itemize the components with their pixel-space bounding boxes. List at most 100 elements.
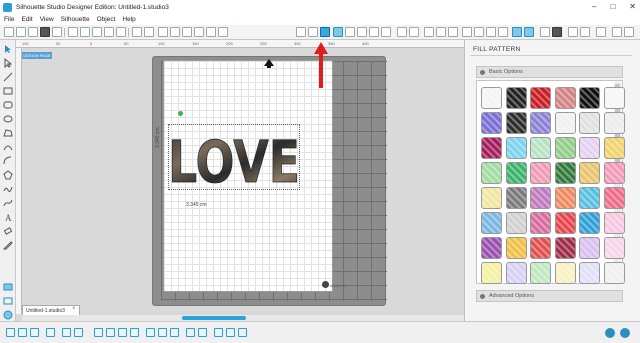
rotate-right-icon[interactable] [170, 328, 179, 337]
replicate-icon[interactable] [381, 27, 391, 37]
menu-object[interactable]: Object [97, 16, 116, 23]
draw-window-icon[interactable] [3, 282, 13, 292]
arc-tool-icon[interactable] [3, 156, 13, 166]
pattern-swatch[interactable] [554, 87, 576, 109]
circle-icon[interactable] [357, 27, 367, 37]
curve-tool-icon[interactable] [3, 142, 13, 152]
panel-toggle-icon[interactable] [624, 27, 634, 37]
pattern-swatch[interactable] [530, 87, 551, 109]
align-center-icon[interactable] [226, 328, 235, 337]
pattern-swatch[interactable] [603, 112, 625, 134]
pattern-swatch[interactable] [554, 137, 576, 159]
pattern-swatch[interactable] [530, 112, 551, 134]
pattern-swatch[interactable] [530, 187, 551, 209]
weld-icon[interactable] [62, 328, 71, 337]
maximize-button[interactable]: □ [610, 2, 615, 11]
arrow-icon[interactable] [132, 27, 142, 37]
smooth-freehand-icon[interactable] [3, 198, 13, 208]
group-icon[interactable] [6, 328, 15, 337]
offset-quick-icon[interactable] [74, 328, 83, 337]
send-icon[interactable] [540, 27, 550, 37]
minimize-button[interactable]: – [592, 2, 596, 11]
store-icon[interactable] [524, 27, 534, 37]
text-style-icon[interactable] [424, 27, 434, 37]
pattern-swatch[interactable] [554, 187, 576, 209]
pentagon-icon[interactable] [345, 27, 355, 37]
basic-options-header[interactable]: Basic Options [476, 66, 623, 78]
pattern-swatch[interactable] [554, 237, 576, 259]
pattern-swatch[interactable] [603, 237, 625, 259]
copy-icon[interactable] [80, 27, 90, 37]
cut-settings-icon[interactable] [498, 27, 508, 37]
ellipse-tool-icon[interactable] [3, 114, 13, 124]
pattern-swatch[interactable] [603, 187, 625, 209]
sketch-icon[interactable] [612, 27, 622, 37]
duplicate-above-icon[interactable] [118, 328, 127, 337]
pattern-swatch[interactable] [481, 87, 502, 109]
ungroup-icon[interactable] [18, 328, 27, 337]
menu-silhouette[interactable]: Silhouette [61, 16, 90, 23]
panel-options-icon[interactable] [620, 328, 630, 338]
rotate-left-icon[interactable] [158, 328, 167, 337]
align-icon[interactable] [436, 27, 446, 37]
fill-pattern-icon[interactable] [320, 27, 330, 37]
expand-icon[interactable] [218, 27, 228, 37]
release-compound-icon[interactable] [46, 328, 55, 337]
close-tab-icon[interactable]: × [72, 306, 76, 312]
menu-edit[interactable]: Edit [21, 16, 32, 23]
zoom-out-icon[interactable] [182, 27, 192, 37]
pattern-swatch[interactable] [554, 112, 576, 134]
knife-tool-icon[interactable] [3, 240, 13, 250]
pattern-swatch[interactable] [505, 112, 527, 134]
rounded-rect-tool-icon[interactable] [3, 100, 13, 110]
rectangle-tool-icon[interactable] [3, 86, 13, 96]
freehand-tool-icon[interactable] [3, 184, 13, 194]
send-backward-icon[interactable] [198, 328, 207, 337]
pattern-swatch[interactable] [481, 187, 502, 209]
library-icon[interactable] [512, 27, 522, 37]
pattern-swatch[interactable] [579, 112, 600, 134]
duplicate-right-icon[interactable] [106, 328, 115, 337]
new-document-icon[interactable] [4, 27, 14, 37]
duplicate-left-icon[interactable] [94, 328, 103, 337]
mirror-icon[interactable] [146, 328, 155, 337]
advanced-options-header[interactable]: Advanced Options [476, 290, 623, 302]
page-settings-icon[interactable] [308, 27, 318, 37]
undo-icon[interactable] [104, 27, 114, 37]
pattern-swatch[interactable] [579, 262, 600, 284]
save-icon[interactable] [28, 27, 38, 37]
layers-icon[interactable] [596, 27, 606, 37]
pattern-swatch[interactable] [579, 187, 600, 209]
pattern-swatch[interactable] [603, 162, 625, 184]
pattern-swatch[interactable] [530, 137, 551, 159]
pen-icon[interactable] [296, 27, 306, 37]
pattern-swatch[interactable] [530, 262, 551, 284]
menu-file[interactable]: File [4, 16, 14, 23]
pattern-swatch[interactable] [530, 212, 551, 234]
compound-icon[interactable] [30, 328, 39, 337]
close-button[interactable]: ✕ [629, 2, 636, 11]
offset-icon[interactable] [462, 27, 472, 37]
select-arrow-icon[interactable] [3, 44, 13, 54]
open-folder-icon[interactable] [16, 27, 26, 37]
layers-panel-icon[interactable] [3, 296, 13, 306]
redo-icon[interactable] [116, 27, 126, 37]
pattern-swatch[interactable] [554, 162, 576, 184]
pattern-swatch[interactable] [579, 87, 600, 109]
rotate-handle[interactable] [178, 111, 183, 116]
zoom-in-icon[interactable] [170, 27, 180, 37]
pattern-swatch[interactable] [481, 212, 502, 234]
pattern-swatch[interactable] [481, 262, 502, 284]
hand-pan-icon[interactable] [158, 27, 168, 37]
cut-job-icon[interactable] [40, 27, 50, 37]
star-icon[interactable] [369, 27, 379, 37]
pattern-swatch[interactable] [505, 212, 527, 234]
move-icon[interactable] [144, 27, 154, 37]
menu-view[interactable]: View [40, 16, 54, 23]
pattern-swatch[interactable] [603, 137, 625, 159]
line-tool-icon[interactable] [3, 72, 13, 82]
knife-icon[interactable] [568, 27, 578, 37]
pattern-swatch[interactable] [505, 262, 527, 284]
bring-forward-icon[interactable] [186, 328, 195, 337]
trace-icon[interactable] [486, 27, 496, 37]
